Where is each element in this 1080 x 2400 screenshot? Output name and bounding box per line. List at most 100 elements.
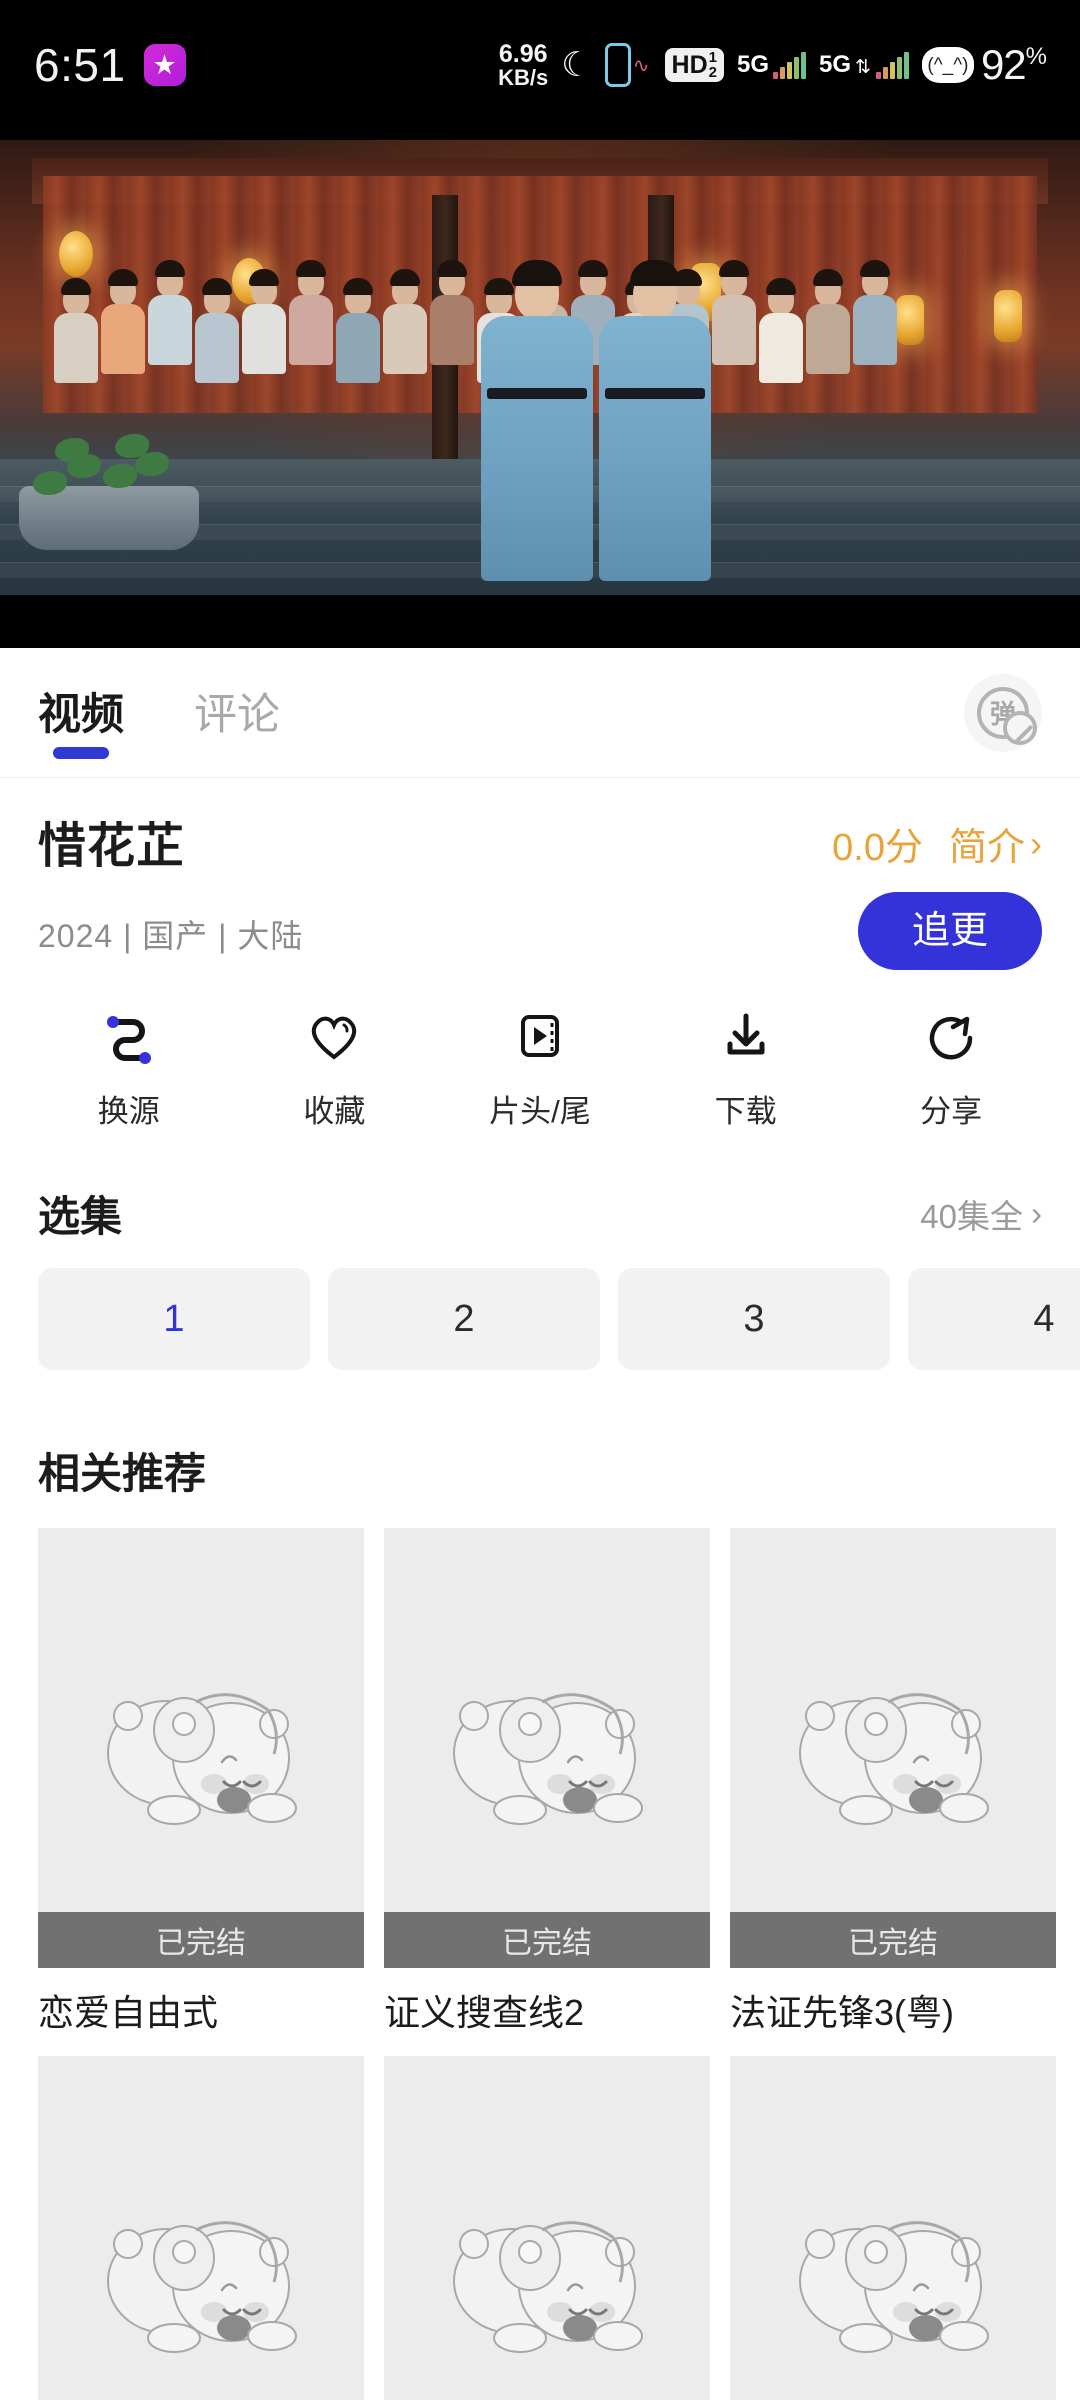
episodes-section-title: 选集: [38, 1193, 123, 1240]
status-bar-left: 6:51 ★: [34, 38, 186, 92]
chevron-right-icon: ›: [1030, 822, 1042, 864]
recommendation-status-badge: 已完结: [38, 1912, 364, 1968]
danmaku-off-icon: 弹: [977, 686, 1037, 745]
brief-label: 简介: [948, 827, 1025, 869]
episode-item[interactable]: 4: [908, 1268, 1080, 1370]
recommendation-poster: [384, 2056, 710, 2400]
recommendations-section-title: 相关推荐: [38, 1450, 207, 1497]
danmaku-toggle-button[interactable]: 弹: [964, 673, 1042, 752]
data-updown-icon: ⇅: [855, 57, 871, 78]
skip-intro-outro-icon: [510, 1000, 570, 1072]
status-bar: 6:51 ★ 6.96 KB/s ☾ ∿ HD 1 2 5G 5G ⇅ (^_^…: [0, 0, 1080, 130]
scene-crowd-figure: [289, 260, 333, 366]
scene-crowd-figure: [54, 278, 98, 384]
episodes-header: 选集 40集全 ›: [0, 1183, 1080, 1244]
battery-indicator: (^_^) 92%: [921, 41, 1047, 89]
action-favorite[interactable]: 收藏: [259, 1000, 409, 1131]
recommendation-card[interactable]: 已完结 恋爱自由式: [38, 1528, 364, 2036]
signal-bars-sim1: [773, 52, 806, 79]
episode-item[interactable]: 3: [618, 1268, 890, 1370]
follow-button[interactable]: 追更: [857, 892, 1042, 970]
signal-indicator-sim1: 5G: [737, 51, 806, 79]
action-share[interactable]: 分享: [876, 1000, 1026, 1131]
recommendation-card[interactable]: 已完结 证义搜查线2: [384, 1528, 710, 2036]
download-icon: [716, 1000, 776, 1072]
status-clock: 6:51: [34, 39, 126, 91]
scene-crowd-figure: [383, 269, 427, 375]
sleeping-bear-placeholder-icon: [453, 1693, 643, 1825]
scene-crowd-figure: [148, 260, 192, 366]
sim1-network-label: 5G: [736, 51, 769, 78]
sim2-network-label: 5G: [819, 51, 852, 78]
scene-crowd-figure: [853, 260, 897, 366]
hd-label: HD: [671, 50, 708, 79]
network-speed-indicator: 6.96 KB/s: [498, 39, 549, 90]
network-speed-unit: KB/s: [498, 64, 549, 90]
episode-list[interactable]: 1 2 3 4: [38, 1268, 1080, 1370]
moon-icon: ☾: [561, 46, 592, 84]
scene-crowd-figure: [242, 269, 286, 375]
network-speed-value: 6.96: [498, 39, 548, 68]
scene-crowd-figure: [101, 269, 145, 375]
recommendation-poster: [730, 2056, 1056, 2400]
recommendation-status-badge: 已完结: [384, 1912, 710, 1968]
rating-score: 0.0分: [832, 827, 923, 869]
recommendation-card[interactable]: [730, 2056, 1056, 2400]
sleeping-bear-placeholder-icon: [799, 2221, 989, 2353]
brief-link[interactable]: 简介 ›: [949, 816, 1042, 871]
phone-vibrate-icon: ∿: [604, 43, 652, 87]
share-icon: [921, 1000, 981, 1072]
scene-crowd-figure: [806, 269, 850, 375]
recommendation-poster: 已完结: [384, 1528, 710, 1968]
content-tabs: 视频 评论 弹: [0, 648, 1080, 778]
scene-crowd-figure: [759, 278, 803, 384]
tab-comments[interactable]: 评论: [194, 688, 280, 737]
action-skip-intro-outro[interactable]: 片头/尾: [465, 1000, 615, 1131]
recommendation-card[interactable]: [38, 2056, 364, 2400]
show-metadata: 2024 | 国产 | 大陆: [38, 918, 304, 954]
sleeping-bear-placeholder-icon: [107, 1693, 297, 1825]
video-player[interactable]: [0, 130, 1080, 648]
sleeping-bear-placeholder-icon: [799, 1693, 989, 1825]
recommendation-card[interactable]: 已完结 法证先锋3(粤): [730, 1528, 1056, 2036]
signal-bars-sim2: [875, 52, 909, 79]
tab-video[interactable]: 视频: [38, 688, 124, 759]
episodes-all-label: 40集全: [920, 1197, 1023, 1235]
status-bar-right: 6.96 KB/s ☾ ∿ HD 1 2 5G 5G ⇅ (^_^) 92%: [498, 39, 1047, 90]
rating-and-brief: 0.0分 简介 ›: [832, 806, 1042, 871]
recommendation-status-badge: 已完结: [730, 1912, 1056, 1968]
action-download-label: 下载: [714, 1094, 777, 1129]
recommendation-poster: 已完结: [730, 1528, 1056, 1968]
recommendation-poster: 已完结: [38, 1528, 364, 1968]
signal-indicator-sim2: 5G ⇅: [819, 51, 909, 79]
action-favorite-label: 收藏: [303, 1094, 366, 1129]
switch-source-icon: [99, 1000, 159, 1072]
action-switch-source-label: 换源: [97, 1094, 160, 1129]
action-bar: 换源 收藏 片头/尾 下载 分享: [0, 1000, 1080, 1131]
recommendation-title: 法证先锋3(粤): [730, 1992, 954, 2033]
scene-lead-character-left: [480, 260, 593, 582]
disabled-slash-icon: [1011, 719, 1037, 745]
scene-potted-plant: [11, 400, 221, 550]
tab-video-label: 视频: [38, 691, 124, 739]
video-scene-frame: [0, 140, 1080, 595]
scene-crowd-figure: [336, 278, 380, 384]
action-download[interactable]: 下载: [671, 1000, 821, 1131]
scene-crowd-figure: [430, 260, 474, 366]
star-icon: ★: [143, 44, 186, 86]
cartoon-face-battery-icon: (^_^): [921, 47, 974, 83]
recommendation-card[interactable]: [384, 2056, 710, 2400]
show-detail-header: 惜花芷 0.0分 简介 › 2024 | 国产 | 大陆 追更: [0, 778, 1080, 970]
heart-icon: [304, 1000, 364, 1072]
episode-item[interactable]: 2: [328, 1268, 600, 1370]
hd-sim-top: 1: [708, 49, 717, 66]
action-switch-source[interactable]: 换源: [54, 1000, 204, 1131]
action-skip-intro-outro-label: 片头/尾: [489, 1094, 591, 1129]
episodes-all-link[interactable]: 40集全 ›: [920, 1190, 1042, 1238]
recommendation-title: 证义搜查线2: [384, 1992, 585, 2033]
hd-sim-bottom: 2: [708, 64, 717, 81]
title-row: 惜花芷 0.0分 简介 ›: [38, 806, 1042, 876]
action-share-label: 分享: [920, 1094, 983, 1129]
meta-row: 2024 | 国产 | 大陆 追更: [38, 892, 1042, 970]
episode-item[interactable]: 1: [38, 1268, 310, 1370]
